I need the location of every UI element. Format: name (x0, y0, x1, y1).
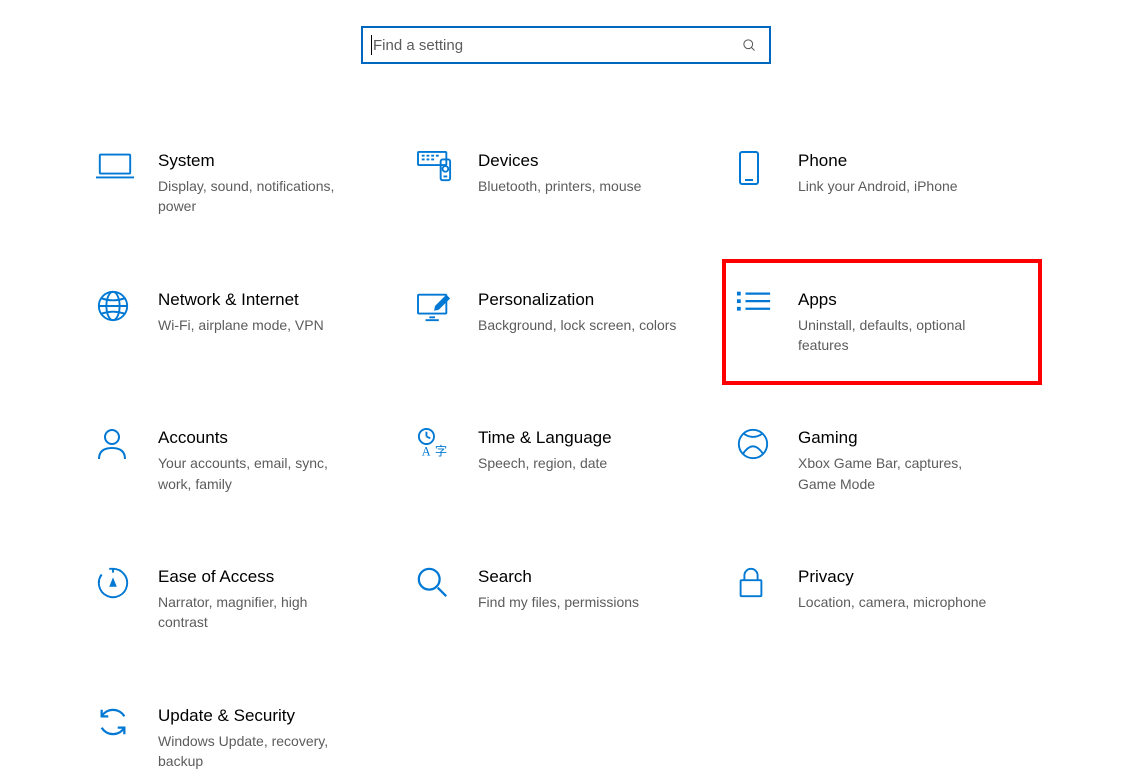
tile-desc: Xbox Game Bar, captures, Game Mode (798, 453, 998, 494)
time-language-icon: A 字 (416, 427, 464, 467)
tile-desc: Wi-Fi, airplane mode, VPN (158, 315, 324, 335)
tile-phone[interactable]: Phone Link your Android, iPhone (736, 144, 1036, 223)
sync-icon (96, 705, 144, 745)
svg-text:字: 字 (435, 444, 447, 459)
tile-gaming[interactable]: Gaming Xbox Game Bar, captures, Game Mod… (736, 421, 1036, 500)
apps-icon (736, 289, 784, 329)
tile-title: Personalization (478, 289, 676, 311)
tile-ease-of-access[interactable]: Ease of Access Narrator, magnifier, high… (96, 560, 396, 639)
personalization-icon (416, 289, 464, 329)
tile-title: Gaming (798, 427, 998, 449)
globe-icon (96, 289, 144, 329)
devices-icon (416, 150, 464, 190)
settings-grid: System Display, sound, notifications, po… (0, 144, 1132, 777)
tile-title: Apps (798, 289, 998, 311)
tile-desc: Display, sound, notifications, power (158, 176, 358, 217)
phone-icon (736, 150, 784, 190)
search-icon (742, 38, 757, 53)
tile-desc: Location, camera, microphone (798, 592, 986, 612)
tile-desc: Your accounts, email, sync, work, family (158, 453, 358, 494)
tile-title: Ease of Access (158, 566, 358, 588)
tile-accounts[interactable]: Accounts Your accounts, email, sync, wor… (96, 421, 396, 500)
tile-personalization[interactable]: Personalization Background, lock screen,… (416, 283, 716, 362)
tile-search[interactable]: Search Find my files, permissions (416, 560, 716, 639)
xbox-icon (736, 427, 784, 467)
tile-title: Update & Security (158, 705, 358, 727)
tile-desc: Uninstall, defaults, optional features (798, 315, 998, 356)
tile-title: Privacy (798, 566, 986, 588)
tile-desc: Windows Update, recovery, backup (158, 731, 358, 772)
tile-network[interactable]: Network & Internet Wi-Fi, airplane mode,… (96, 283, 396, 362)
tile-desc: Speech, region, date (478, 453, 612, 473)
tile-desc: Find my files, permissions (478, 592, 639, 612)
search-large-icon (416, 566, 464, 606)
tile-title: System (158, 150, 358, 172)
tile-title: Search (478, 566, 639, 588)
search-input[interactable]: Find a setting (361, 26, 771, 64)
tile-desc: Link your Android, iPhone (798, 176, 958, 196)
tile-desc: Background, lock screen, colors (478, 315, 676, 335)
tile-title: Time & Language (478, 427, 612, 449)
tile-apps[interactable]: Apps Uninstall, defaults, optional featu… (736, 283, 1036, 362)
tile-title: Devices (478, 150, 641, 172)
tile-privacy[interactable]: Privacy Location, camera, microphone (736, 560, 1036, 639)
person-icon (96, 427, 144, 467)
lock-icon (736, 566, 784, 606)
tile-title: Network & Internet (158, 289, 324, 311)
laptop-icon (96, 150, 144, 190)
tile-update-security[interactable]: Update & Security Windows Update, recove… (96, 699, 396, 777)
tile-system[interactable]: System Display, sound, notifications, po… (96, 144, 396, 223)
svg-text:A: A (422, 445, 431, 459)
tile-devices[interactable]: Devices Bluetooth, printers, mouse (416, 144, 716, 223)
tile-time-language[interactable]: A 字 Time & Language Speech, region, date (416, 421, 716, 500)
tile-desc: Bluetooth, printers, mouse (478, 176, 641, 196)
ease-of-access-icon (96, 566, 144, 606)
search-placeholder: Find a setting (373, 37, 742, 54)
tile-desc: Narrator, magnifier, high contrast (158, 592, 358, 633)
text-cursor (371, 35, 372, 55)
tile-title: Accounts (158, 427, 358, 449)
tile-title: Phone (798, 150, 958, 172)
